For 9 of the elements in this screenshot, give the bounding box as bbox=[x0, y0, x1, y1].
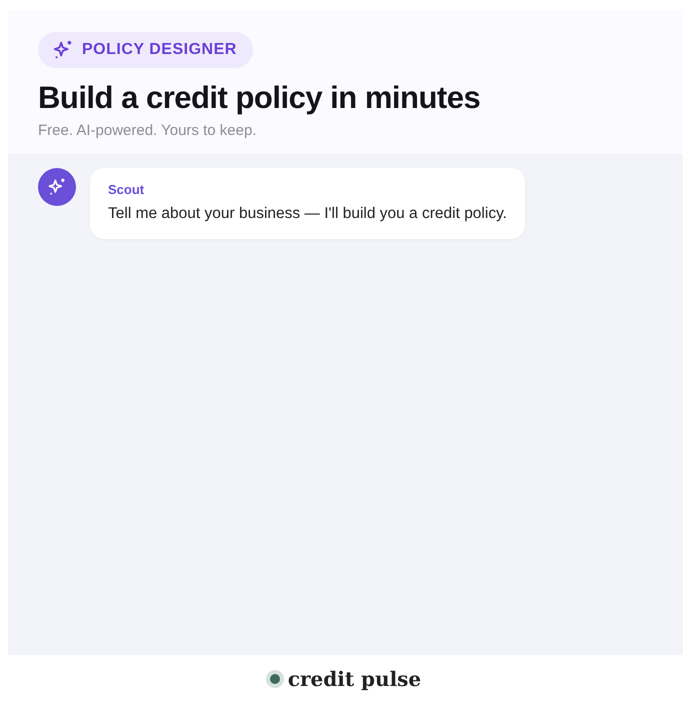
sparkle-icon bbox=[47, 177, 67, 197]
message-text: Tell me about your business — I'll build you a credit policy. bbox=[108, 205, 507, 223]
badge-label: POLICY DESIGNER bbox=[82, 41, 237, 59]
page-title: Build a credit policy in minutes bbox=[38, 79, 482, 117]
sparkle-icon bbox=[52, 39, 74, 61]
brand-logo: credit pulse bbox=[288, 667, 422, 691]
logo-dot-icon bbox=[270, 674, 280, 684]
sender-name: Scout bbox=[108, 182, 146, 197]
page-subtitle: Free. AI-powered. Yours to keep. bbox=[38, 122, 258, 140]
